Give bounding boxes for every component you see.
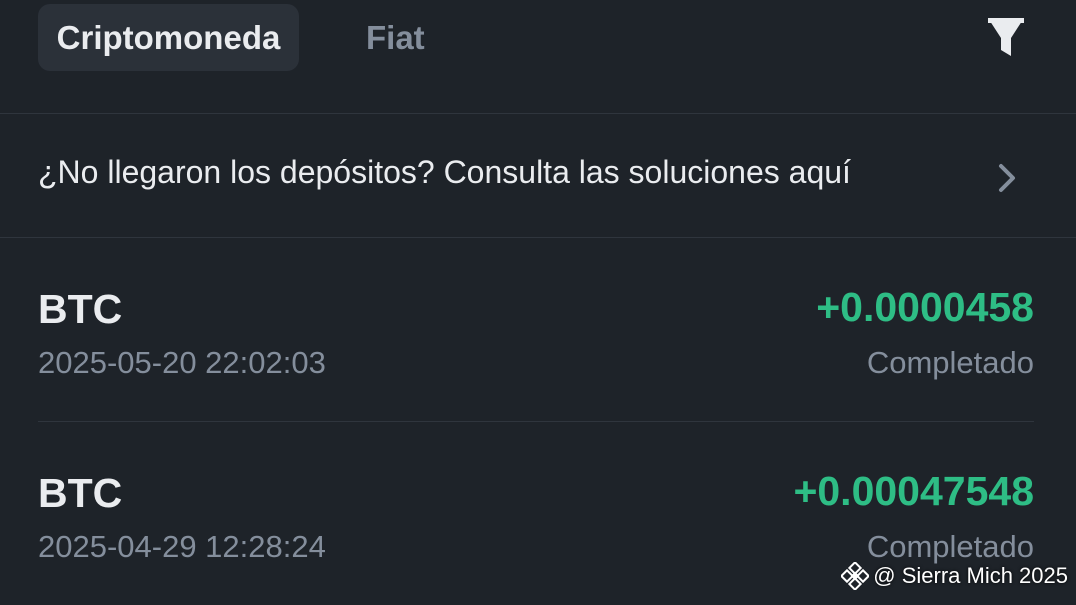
tab-fiat[interactable]: Fiat [343,4,448,71]
deposit-help-text: ¿No llegaron los depósitos? Consulta las… [38,154,851,190]
watermark-text: @ Sierra Mich 2025 [873,563,1068,588]
deposit-help-banner[interactable]: ¿No llegaron los depósitos? Consulta las… [0,114,1076,238]
tab-criptomoneda[interactable]: Criptomoneda [38,4,299,71]
transaction-amount: +0.00047548 [793,468,1034,514]
watermark: @ Sierra Mich 2025 [841,562,1068,590]
transaction-row[interactable]: BTC 2025-05-20 22:02:03 +0.0000458 Compl… [38,238,1034,422]
coin-symbol: BTC [38,470,123,516]
transaction-datetime: 2025-04-29 12:28:24 [38,529,326,564]
asset-type-tabs: Criptomoneda Fiat [0,0,1076,114]
transaction-datetime: 2025-05-20 22:02:03 [38,345,326,380]
coin-symbol: BTC [38,286,123,332]
transaction-status: Completado [866,345,1034,380]
transaction-amount: +0.0000458 [816,284,1034,330]
transaction-status: Completado [866,529,1034,564]
binance-logo-icon [841,562,870,590]
chevron-right-icon [999,164,1015,192]
filter-button[interactable] [984,14,1028,62]
funnel-filter-icon [988,18,1024,56]
